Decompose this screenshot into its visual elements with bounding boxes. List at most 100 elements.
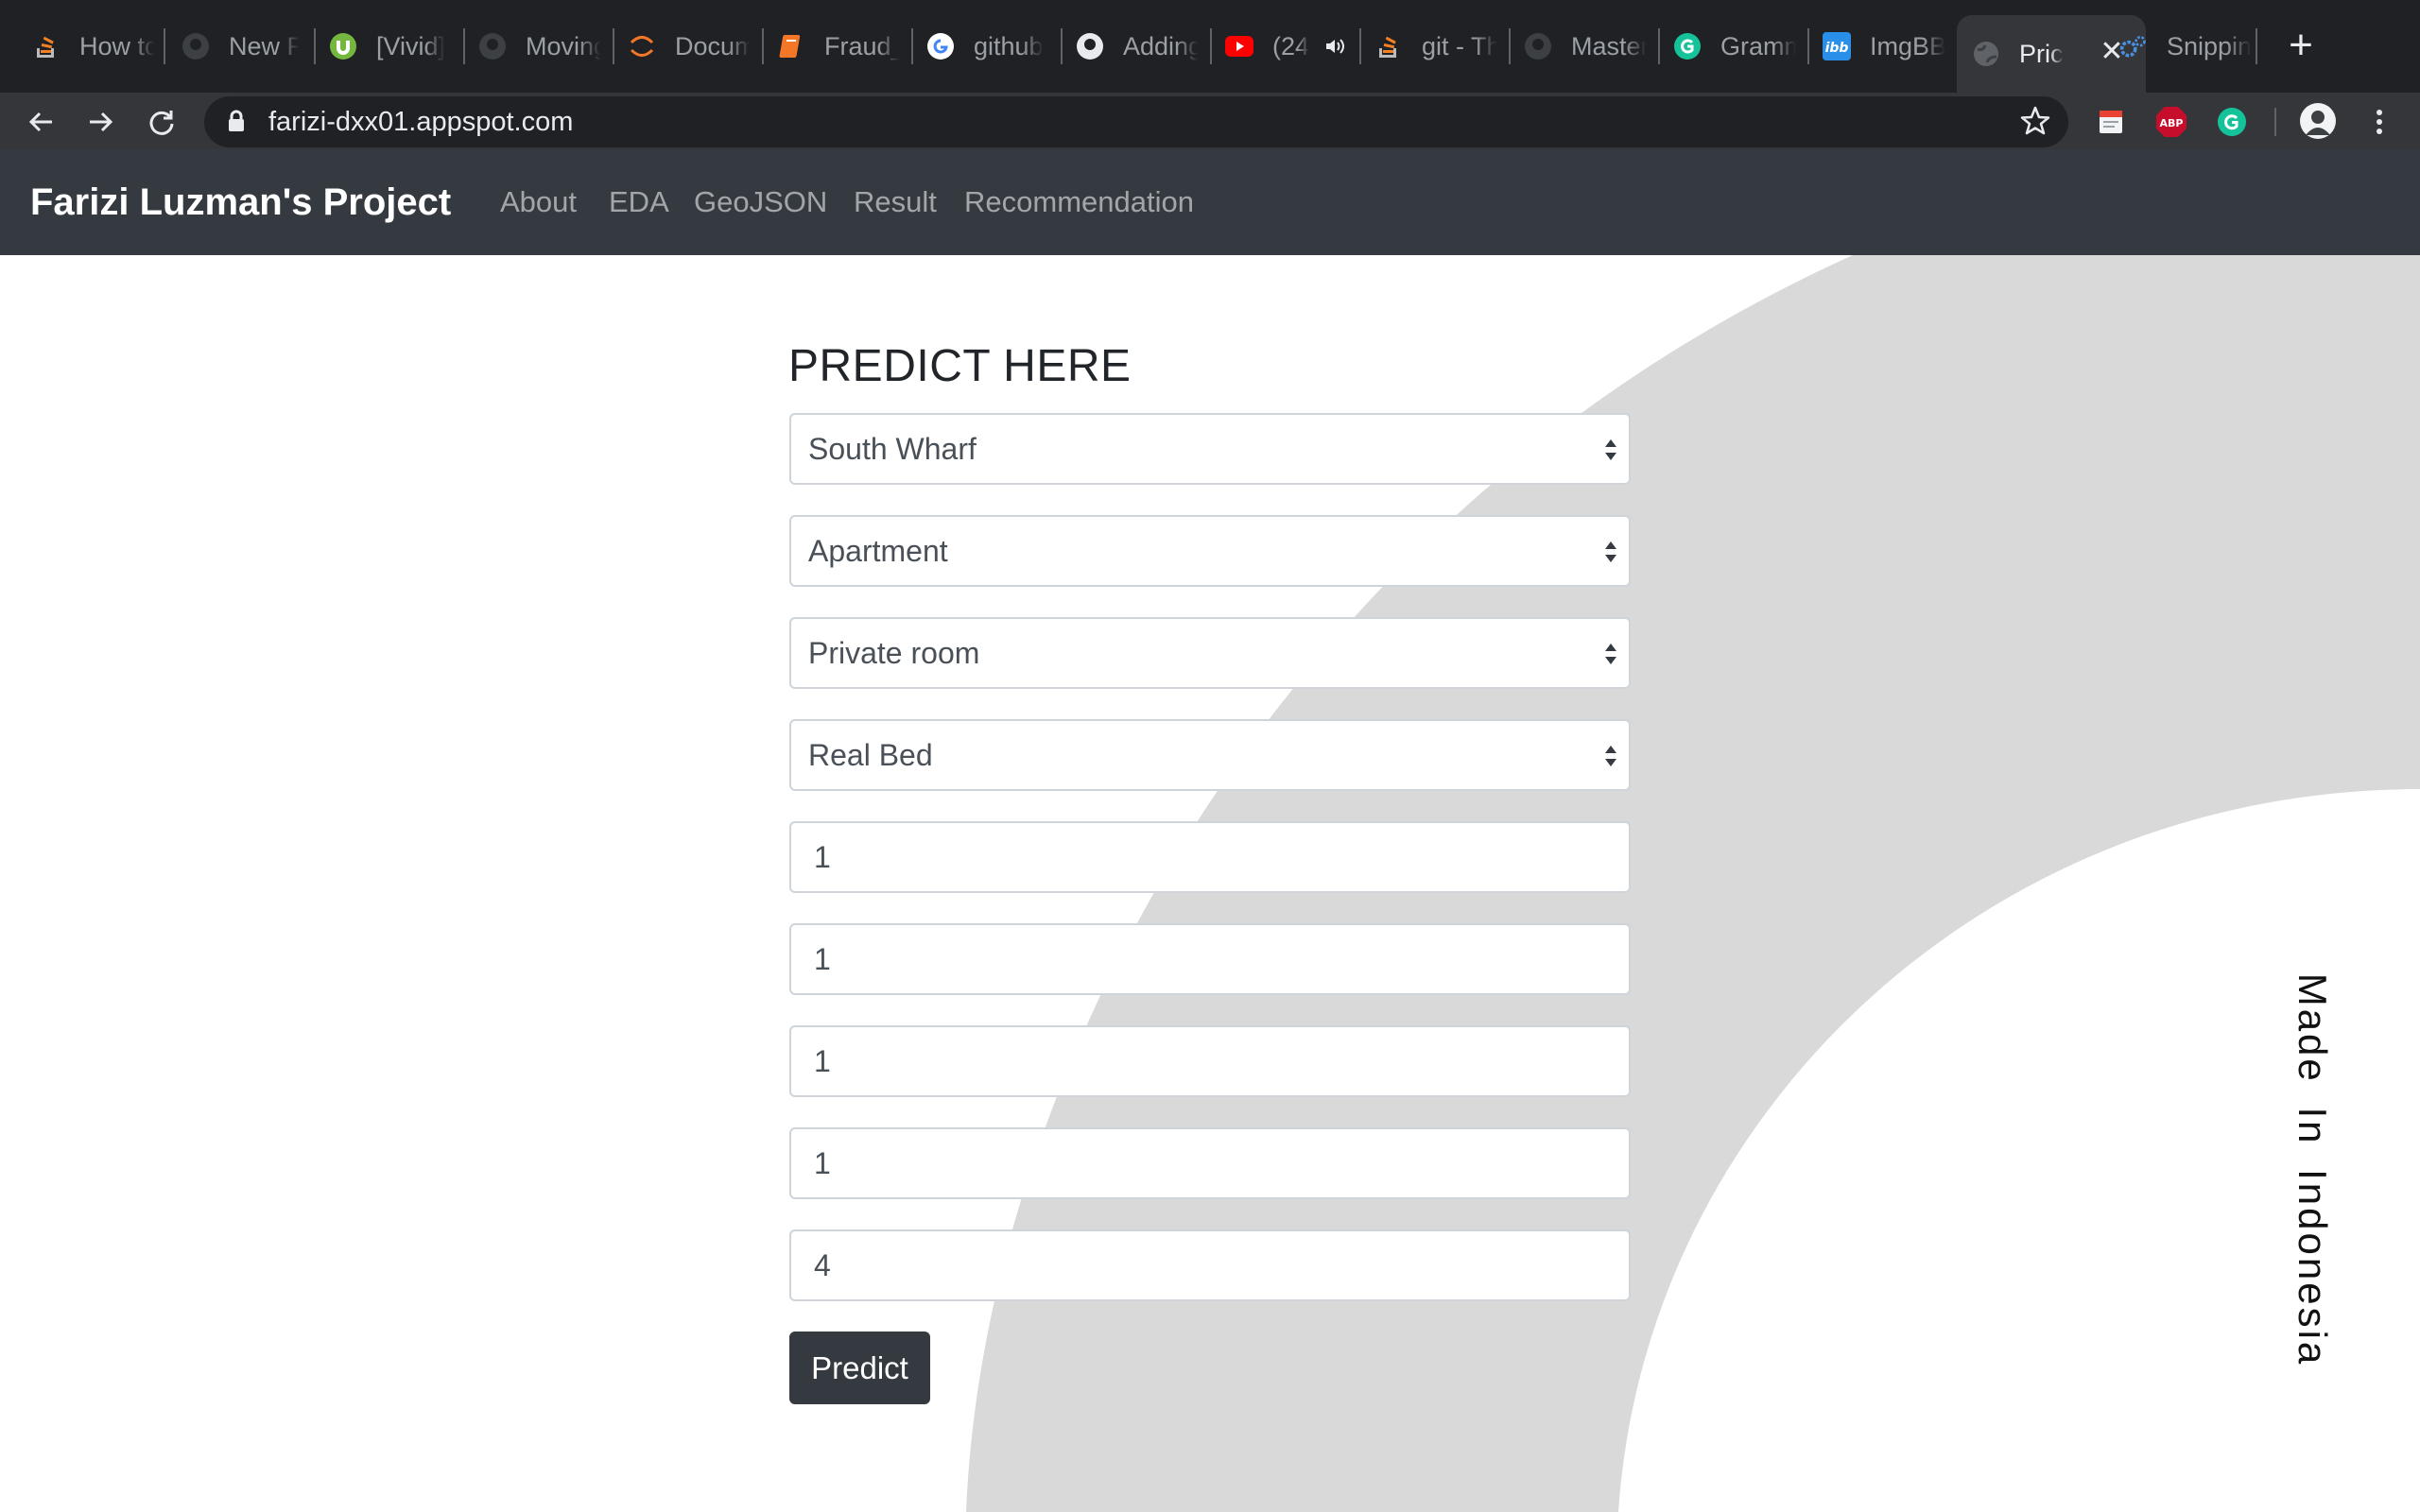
browser-tab[interactable]: ibb ImgBB: [1823, 17, 1945, 76]
input-value: 4: [814, 1247, 831, 1282]
nav-link-eda[interactable]: EDA: [609, 185, 669, 219]
stackoverflow-icon: [32, 32, 60, 60]
browser-toolbar: farizi-dxx01.appspot.com ABP: [0, 93, 2420, 149]
site-brand[interactable]: Farizi Luzman's Project: [30, 181, 451, 224]
browser-tab[interactable]: [Vivid]: [329, 17, 452, 76]
tab-label: Snippin: [2167, 31, 2252, 60]
browser-tab[interactable]: Adding: [1076, 17, 1199, 76]
bed-type-select[interactable]: Real Bed: [789, 719, 1631, 791]
predict-button[interactable]: Predict: [789, 1332, 930, 1404]
jupyter-icon: [628, 32, 656, 60]
tab-label: Docum: [675, 31, 751, 60]
form-title: PREDICT HERE: [788, 341, 1132, 391]
browser-tab[interactable]: New Fi: [182, 17, 300, 76]
github-icon: [478, 32, 507, 60]
tab-separator: [1509, 28, 1511, 64]
browser-tab[interactable]: Master: [1524, 17, 1647, 76]
github-icon: [182, 32, 210, 60]
number-input-3[interactable]: 1: [789, 1025, 1631, 1097]
tab-separator: [613, 28, 614, 64]
browser-tab-active[interactable]: Pric ✕: [1957, 15, 2146, 93]
browser-tab[interactable]: Fraud_I: [777, 17, 900, 76]
tab-separator: [762, 28, 764, 64]
nav-link-geojson[interactable]: GeoJSON: [694, 185, 827, 219]
tab-separator: [1807, 28, 1809, 64]
tab-separator: [1061, 28, 1063, 64]
nav-link-about[interactable]: About: [500, 185, 577, 219]
reload-icon: [149, 111, 174, 135]
tab-separator: [463, 28, 465, 64]
property-type-select[interactable]: Apartment: [789, 515, 1631, 587]
browser-tab[interactable]: git - Th: [1374, 17, 1497, 76]
stackoverflow-icon: [1374, 32, 1403, 60]
tab-label: (24: [1272, 31, 1310, 60]
input-value: 1: [814, 941, 831, 976]
browser-tab[interactable]: Snippin: [2119, 17, 2252, 76]
number-input-2[interactable]: 1: [789, 923, 1631, 995]
browser-tab[interactable]: (24: [1225, 17, 1348, 76]
toolbar-separator: [2274, 108, 2276, 136]
tab-label: How to: [79, 31, 155, 60]
github-icon: [1524, 32, 1552, 60]
bookmark-star-icon[interactable]: [2019, 105, 2051, 142]
tab-separator: [164, 28, 165, 64]
nav-link-result[interactable]: Result: [854, 185, 937, 219]
tab-separator: [314, 28, 316, 64]
input-value: 1: [814, 1145, 831, 1180]
select-arrows-icon: [1605, 644, 1616, 664]
browser-tab[interactable]: Docum: [628, 17, 751, 76]
tab-separator: [1658, 28, 1660, 64]
tab-label: New Fi: [229, 31, 300, 60]
browser-tab[interactable]: Moving: [478, 17, 601, 76]
tab-label: Gramm: [1720, 31, 1796, 60]
profile-avatar[interactable]: [2299, 102, 2337, 140]
site-navbar: Farizi Luzman's Project About EDA GeoJSO…: [0, 149, 2420, 255]
address-bar[interactable]: farizi-dxx01.appspot.com: [204, 96, 2068, 147]
input-value: 1: [814, 839, 831, 874]
select-arrows-icon: [1605, 541, 1616, 562]
new-tab-button[interactable]: +: [2278, 22, 2324, 68]
back-button[interactable]: [19, 100, 62, 144]
input-value: 1: [814, 1043, 831, 1078]
notebook-icon: [777, 32, 805, 60]
tab-separator: [2256, 28, 2257, 64]
imgbb-icon: ibb: [1823, 32, 1851, 60]
tab-label: [Vivid]: [376, 31, 446, 60]
tab-label: ImgBB: [1870, 31, 1945, 60]
select-value: Real Bed: [808, 737, 933, 772]
neighbourhood-select[interactable]: South Wharf: [789, 413, 1631, 485]
github-icon: [1076, 32, 1104, 60]
tab-label: git - Th: [1422, 31, 1497, 60]
google-icon: [926, 32, 955, 60]
select-value: South Wharf: [808, 431, 977, 466]
url-text: farizi-dxx01.appspot.com: [268, 107, 574, 137]
select-arrows-icon: [1605, 439, 1616, 460]
nav-link-recommendation[interactable]: Recommendation: [964, 185, 1194, 219]
forward-button[interactable]: [79, 100, 123, 144]
select-value: Apartment: [808, 533, 948, 568]
number-input-4[interactable]: 1: [789, 1127, 1631, 1199]
browser-tab[interactable]: Gramm: [1673, 17, 1796, 76]
tab-separator: [1359, 28, 1361, 64]
adblock-plus-icon[interactable]: ABP: [2155, 106, 2187, 138]
grammarly-icon: [1673, 32, 1702, 60]
abp-label: ABP: [2160, 117, 2184, 129]
browser-tab[interactable]: github: [926, 17, 1049, 76]
made-in-indonesia-text: Made In Indonesia: [2290, 972, 2335, 1367]
tab-label: Fraud_I: [824, 31, 900, 60]
notes-extension-icon[interactable]: [2095, 106, 2127, 138]
arrow-right-icon: [90, 112, 113, 132]
arrow-left-icon: [28, 112, 52, 132]
globe-icon: [1972, 40, 2000, 68]
number-input-5[interactable]: 4: [789, 1229, 1631, 1301]
browser-tab[interactable]: How to: [32, 17, 155, 76]
room-type-select[interactable]: Private room: [789, 617, 1631, 689]
number-input-1[interactable]: 1: [789, 821, 1631, 893]
reload-button[interactable]: [140, 100, 183, 144]
tab-separator: [1210, 28, 1212, 64]
gear-icon: [2119, 32, 2148, 60]
grammarly-icon[interactable]: [2216, 106, 2248, 138]
tab-label: Master: [1571, 31, 1647, 60]
speaker-icon[interactable]: [1324, 37, 1345, 56]
browser-menu-icon[interactable]: [2363, 106, 2395, 138]
